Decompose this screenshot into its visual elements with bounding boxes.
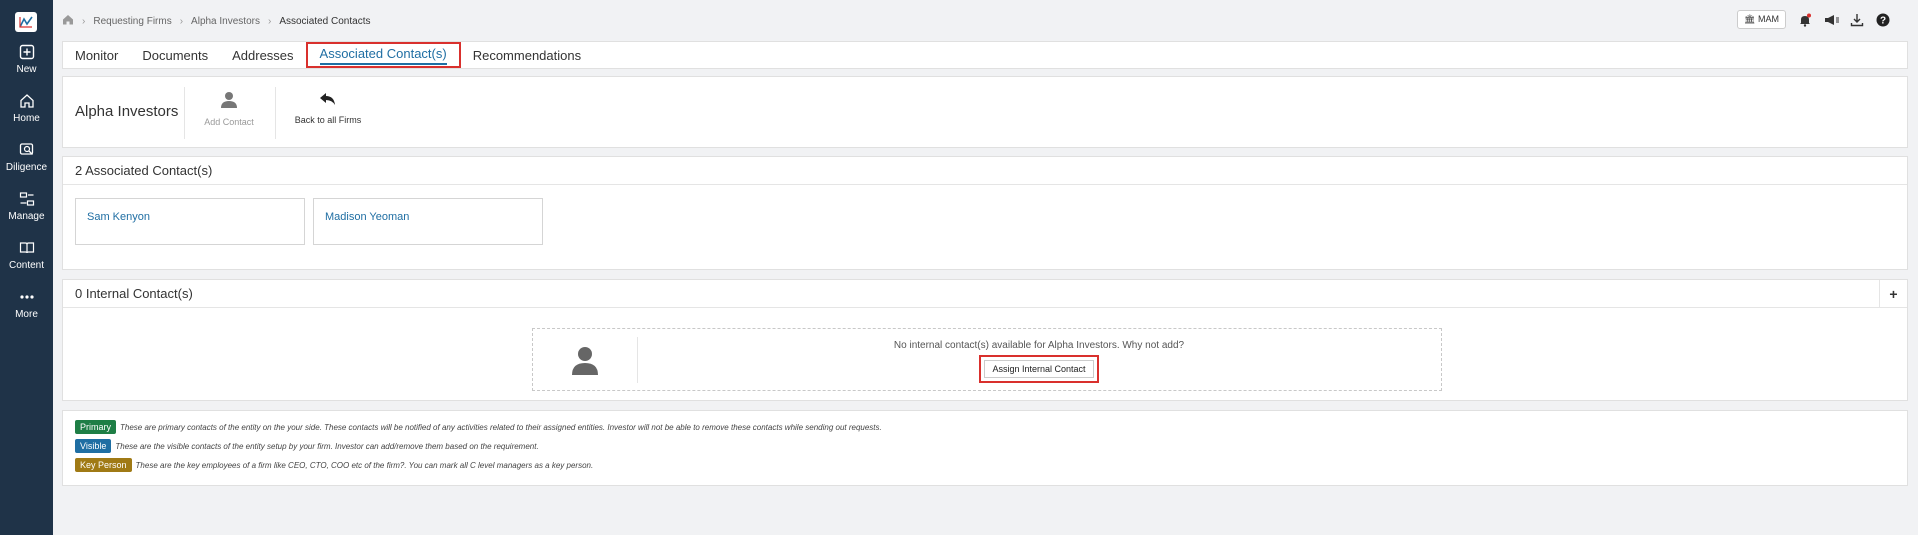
chevron-right-icon: › [267, 15, 272, 27]
tab-documents[interactable]: Documents [130, 42, 220, 68]
book-icon [19, 242, 34, 254]
sidebar-item-diligence[interactable]: Diligence [0, 142, 53, 173]
mam-label: MAM [1758, 14, 1779, 24]
contact-name[interactable]: Madison Yeoman [325, 211, 409, 223]
breadcrumb-current: Associated Contacts [279, 15, 371, 27]
sidebar-item-more[interactable]: More [0, 289, 53, 320]
sidebar-item-label: Diligence [5, 162, 48, 173]
legend-text: These are primary contacts of the entity… [120, 422, 882, 432]
tab-recommendations[interactable]: Recommendations [461, 42, 593, 68]
breadcrumb-alpha-investors[interactable]: Alpha Investors [191, 16, 260, 27]
diligence-icon [19, 143, 33, 155]
megaphone-icon[interactable] [1824, 13, 1839, 27]
home-icon[interactable] [62, 14, 74, 28]
bank-icon: 🏛 [1744, 14, 1756, 24]
sidebar-item-label: New [16, 64, 37, 75]
contact-card[interactable]: Madison Yeoman [313, 198, 543, 245]
divider [275, 87, 276, 139]
divider [184, 87, 185, 139]
add-internal-contact-button[interactable]: + [1879, 280, 1907, 308]
sidebar-item-new[interactable]: New [0, 44, 53, 75]
add-contact-label: Add Contact [204, 117, 254, 127]
internal-contacts-panel: 0 Internal Contact(s) + No internal cont… [62, 279, 1908, 401]
download-icon[interactable] [1850, 13, 1864, 27]
assign-internal-contact-label[interactable]: Assign Internal Contact [984, 360, 1094, 378]
person-icon [533, 329, 637, 392]
plus-square-icon [19, 44, 34, 60]
legend-row-visible: Visible These are the visible contacts o… [75, 439, 539, 453]
bell-icon[interactable] [1798, 13, 1812, 27]
assign-internal-contact-button[interactable]: Assign Internal Contact [979, 355, 1099, 383]
entity-name: Alpha Investors [75, 103, 179, 120]
reply-arrow-icon [320, 93, 335, 105]
sidebar-item-label: Manage [8, 211, 45, 222]
entity-header-panel: Alpha Investors Add Contact Back to all … [62, 76, 1908, 148]
key-person-badge: Key Person [75, 458, 132, 472]
associated-contacts-panel: 2 Associated Contact(s) Sam Kenyon Madis… [62, 156, 1908, 270]
associated-contacts-title: 2 Associated Contact(s) [63, 157, 1907, 185]
chevron-right-icon: › [82, 15, 86, 27]
mam-button[interactable]: 🏛 MAM [1737, 10, 1786, 29]
tab-monitor[interactable]: Monitor [63, 42, 130, 68]
sidebar-item-label: Content [8, 260, 45, 271]
top-bar: › Requesting Firms › Alpha Investors › A… [62, 10, 1908, 32]
tab-label: Associated Contact(s) [319, 46, 447, 65]
legend-row-key-person: Key Person These are the key employees o… [75, 458, 593, 472]
breadcrumb-requesting-firms[interactable]: Requesting Firms [93, 16, 171, 27]
back-to-all-firms-label: Back to all Firms [294, 115, 362, 125]
sidebar-item-label: More [15, 309, 38, 320]
top-right-actions: 🏛 MAM ? [1737, 10, 1890, 29]
back-to-all-firms-button[interactable]: Back to all Firms [283, 91, 373, 125]
person-icon [221, 92, 237, 108]
sidebar-item-label: Home [13, 113, 40, 124]
sidebar: New Home Diligence Manage Content More [0, 0, 53, 535]
more-dots-icon [19, 295, 34, 299]
chevron-right-icon: › [179, 15, 184, 27]
legend-text: These are the key employees of a firm li… [135, 460, 594, 470]
help-icon[interactable]: ? [1876, 13, 1890, 27]
home-icon [19, 94, 34, 108]
sidebar-item-manage[interactable]: Manage [0, 191, 53, 222]
primary-badge: Primary [75, 420, 116, 434]
empty-state-message: No internal contact(s) available for Alp… [893, 340, 1185, 351]
contact-card[interactable]: Sam Kenyon [75, 198, 305, 245]
add-contact-button[interactable]: Add Contact [193, 91, 265, 127]
legend-text: These are the visible contacts of the en… [115, 441, 539, 451]
internal-contacts-title: 0 Internal Contact(s) [63, 280, 1907, 308]
empty-state-box: No internal contact(s) available for Alp… [532, 328, 1442, 391]
manage-icon [19, 192, 34, 206]
svg-text:?: ? [1880, 15, 1886, 26]
tab-associated-contacts[interactable]: Associated Contact(s) [305, 42, 461, 68]
sidebar-item-home[interactable]: Home [0, 93, 53, 124]
contact-name[interactable]: Sam Kenyon [87, 211, 150, 223]
tab-addresses[interactable]: Addresses [220, 42, 305, 68]
app-logo[interactable] [15, 12, 37, 32]
sidebar-item-content[interactable]: Content [0, 240, 53, 271]
legend-row-primary: Primary These are primary contacts of th… [75, 420, 882, 434]
tab-bar: Monitor Documents Addresses Associated C… [62, 41, 1908, 69]
legend-panel: Primary These are primary contacts of th… [62, 410, 1908, 486]
visible-badge: Visible [75, 439, 112, 453]
